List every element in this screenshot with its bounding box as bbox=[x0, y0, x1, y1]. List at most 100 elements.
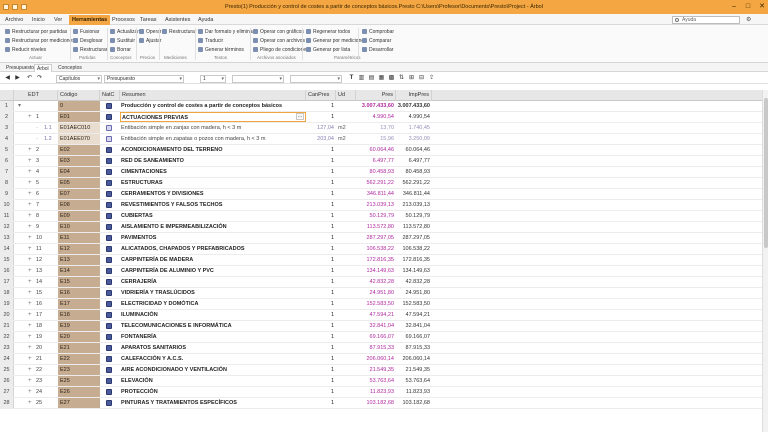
ud-cell[interactable] bbox=[336, 266, 356, 276]
canpres-cell[interactable]: 1 bbox=[306, 233, 336, 243]
ud-cell[interactable]: m2 bbox=[336, 134, 356, 144]
expand-icon[interactable]: + bbox=[28, 167, 32, 177]
tab-archivo[interactable]: Archivo bbox=[5, 15, 23, 25]
canpres-cell[interactable]: 1 bbox=[306, 266, 336, 276]
fusionar-button[interactable]: Fusionar bbox=[73, 27, 108, 36]
codigo-cell[interactable]: E09 bbox=[58, 211, 100, 221]
codigo-cell[interactable]: E21 bbox=[58, 343, 100, 353]
operar-graficos-button[interactable]: Operar con gráficos bbox=[253, 27, 309, 36]
codigo-cell[interactable]: E22 bbox=[58, 354, 100, 364]
pres-cell[interactable]: 287.297,05 bbox=[356, 233, 396, 243]
tab-procesos[interactable]: Procesos bbox=[112, 15, 135, 25]
canpres-cell[interactable]: 1 bbox=[306, 255, 336, 265]
resumen-cell[interactable]: TELECOMUNICACIONES E INFORMÁTICA bbox=[120, 321, 306, 331]
ud-cell[interactable] bbox=[336, 255, 356, 265]
edt-cell[interactable]: +13 bbox=[14, 266, 58, 276]
edt-cell[interactable]: +16 bbox=[14, 299, 58, 309]
expand-icon[interactable]: · bbox=[36, 134, 38, 144]
expand-icon[interactable]: · bbox=[36, 123, 38, 133]
resumen-cell[interactable]: CARPINTERÍA DE MADERA bbox=[120, 255, 306, 265]
expand-icon[interactable]: + bbox=[28, 255, 32, 265]
codigo-cell[interactable]: E05 bbox=[58, 178, 100, 188]
pres-cell[interactable]: 21.549,35 bbox=[356, 365, 396, 375]
codigo-cell[interactable]: E10 bbox=[58, 222, 100, 232]
codigo-cell[interactable]: 0 bbox=[58, 101, 100, 111]
expand-icon[interactable]: + bbox=[28, 244, 32, 254]
table-row[interactable]: 25 +22 E23 AIRE ACONDICIONADO Y VENTILACIÓN… bbox=[0, 365, 768, 376]
ud-cell[interactable] bbox=[336, 321, 356, 331]
expand-icon[interactable]: + bbox=[28, 398, 32, 408]
codigo-cell[interactable]: E25 bbox=[58, 376, 100, 386]
ud-cell[interactable] bbox=[336, 200, 356, 210]
table-row[interactable]: 3 · 1.1 E01AEC010 Entibación simple en zanja… bbox=[0, 123, 768, 134]
pres-cell[interactable]: 69.166,07 bbox=[356, 332, 396, 342]
settings-icon[interactable]: ⚙ bbox=[746, 16, 751, 23]
codigo-cell[interactable]: E19 bbox=[58, 321, 100, 331]
resumen-cell[interactable]: ALICATADOS, CHAPADOS Y PREFABRICADOS bbox=[120, 244, 306, 254]
table-row[interactable]: 24 +21 E22 CALEFACCIÓN Y A.C.S. 1 206.060,14 2… bbox=[0, 354, 768, 365]
resumen-cell[interactable]: FONTANERÍA bbox=[120, 332, 306, 342]
tab-inicio[interactable]: Inicio bbox=[32, 15, 45, 25]
canpres-cell[interactable]: 1 bbox=[306, 288, 336, 298]
tree-icon[interactable]: ⊞ bbox=[408, 75, 415, 82]
restructurar-mediciones-group-button[interactable]: Restructurar bbox=[162, 27, 197, 36]
edt-cell[interactable]: +6 bbox=[14, 189, 58, 199]
pres-cell[interactable]: 15,96 bbox=[356, 134, 396, 144]
tab-conceptos[interactable]: Conceptos bbox=[56, 64, 84, 72]
forward-icon[interactable]: ▶ bbox=[14, 75, 21, 82]
operar-archivos-button[interactable]: Operar con archivos bbox=[253, 36, 309, 45]
tab-herramientas[interactable]: Herramientas bbox=[69, 15, 111, 25]
pres-cell[interactable]: 4.990,54 bbox=[356, 112, 396, 122]
edt-cell[interactable]: +1 bbox=[14, 112, 58, 122]
pres-cell[interactable]: 213.039,13 bbox=[356, 200, 396, 210]
canpres-cell[interactable]: 1 bbox=[306, 376, 336, 386]
undo-icon[interactable]: ↶ bbox=[26, 75, 33, 82]
expand-icon[interactable]: + bbox=[28, 288, 32, 298]
column-imppres[interactable]: ImpPres bbox=[396, 90, 432, 101]
resumen-cell[interactable]: ELECTRICIDAD Y DOMÓTICA bbox=[120, 299, 306, 309]
expand-icon[interactable]: + bbox=[28, 376, 32, 386]
desglosar-button[interactable]: Desglosar bbox=[73, 36, 108, 45]
expand-icon[interactable]: + bbox=[28, 178, 32, 188]
table-row[interactable]: 4 · 1.2 E01AEE070 Entibación simple en zapat… bbox=[0, 134, 768, 145]
resumen-cell[interactable]: RED DE SANEAMIENTO bbox=[120, 156, 306, 166]
edt-cell[interactable]: +19 bbox=[14, 332, 58, 342]
pres-cell[interactable]: 172.816,35 bbox=[356, 255, 396, 265]
table-row[interactable]: 8 +5 E05 ESTRUCTURAS 1 562.291,22 562.291,22 bbox=[0, 178, 768, 189]
table-row[interactable]: 6 +3 E03 RED DE SANEAMIENTO 1 6.497,77 6.497,7… bbox=[0, 156, 768, 167]
codigo-cell[interactable]: E20 bbox=[58, 332, 100, 342]
expand-icon[interactable]: + bbox=[28, 200, 32, 210]
restructurar-mediciones-button[interactable]: Restructurar por mediciones bbox=[5, 36, 75, 45]
ud-cell[interactable] bbox=[336, 167, 356, 177]
resumen-cell[interactable]: Entibación simple en zanjas con madera, … bbox=[120, 123, 306, 133]
table-row[interactable]: 17 +14 E15 CERRAJERÍA 1 42.832,28 42.832,28 bbox=[0, 277, 768, 288]
resumen-cell[interactable]: ESTRUCTURAS bbox=[120, 178, 306, 188]
pres-cell[interactable]: 134.149,63 bbox=[356, 266, 396, 276]
table-row[interactable]: 10 +7 E08 REVESTIMIENTOS Y FALSOS TECHOS 1 21… bbox=[0, 200, 768, 211]
canpres-cell[interactable]: 1 bbox=[306, 178, 336, 188]
canpres-cell[interactable]: 1 bbox=[306, 222, 336, 232]
codigo-cell[interactable]: E27 bbox=[58, 398, 100, 408]
canpres-cell[interactable]: 1 bbox=[306, 200, 336, 210]
ud-cell[interactable] bbox=[336, 343, 356, 353]
restructurar-partidas-button[interactable]: Restructurar por partidas bbox=[5, 27, 75, 36]
column-codigo[interactable]: Código bbox=[58, 90, 100, 101]
expand-icon[interactable]: + bbox=[28, 233, 32, 243]
ud-cell[interactable] bbox=[336, 156, 356, 166]
table-row[interactable]: 2 +1 E01 ACTUACIONES PREVIAS… 1 4.990,54 4.990… bbox=[0, 112, 768, 123]
ud-cell[interactable] bbox=[336, 354, 356, 364]
tab-ver[interactable]: Ver bbox=[54, 15, 62, 25]
maximize-icon[interactable]: □ bbox=[744, 2, 752, 11]
edt-cell[interactable]: +10 bbox=[14, 233, 58, 243]
pres-cell[interactable]: 42.832,28 bbox=[356, 277, 396, 287]
resumen-cell[interactable]: PINTURAS Y TRATAMIENTOS ESPECÍFICOS bbox=[120, 398, 306, 408]
codigo-cell[interactable]: E01AEC010 bbox=[58, 123, 100, 133]
edt-cell[interactable]: +23 bbox=[14, 376, 58, 386]
canpres-cell[interactable]: 1 bbox=[306, 277, 336, 287]
generar-terminos-button[interactable]: Generar términos bbox=[198, 45, 254, 54]
edt-cell[interactable]: +20 bbox=[14, 343, 58, 353]
ud-cell[interactable] bbox=[336, 277, 356, 287]
table-icon[interactable]: ▦ bbox=[378, 75, 385, 82]
expand-icon[interactable]: + bbox=[28, 332, 32, 342]
pres-cell[interactable]: 50.129,79 bbox=[356, 211, 396, 221]
